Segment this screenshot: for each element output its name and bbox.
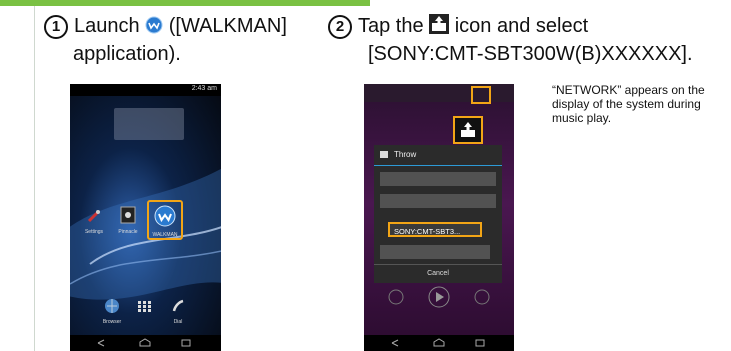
step-1-text-b: ([WALKMAN] [163, 15, 287, 37]
phone-throw-screen: Throw SONY:CMT-SBT3... Cancel [364, 84, 514, 351]
settings-app-label: Settings [84, 229, 104, 235]
status-time: 2:43 am [191, 85, 217, 92]
throw-title: Throw [394, 150, 417, 159]
step-1-text-a: Launch [74, 15, 146, 37]
network-note: “NETWORK” appears on the display of the … [552, 83, 705, 125]
step-1-line-1: 1 Launch ([WALKMAN] [44, 13, 287, 41]
throw-dialog-header: Throw [374, 145, 502, 166]
step-2: 2 Tap the icon and select [SONY:CMT-SBT30… [328, 13, 693, 67]
browser-app-label: Browser [102, 319, 122, 325]
walkman-app-highlight[interactable]: WALKMAN [147, 200, 183, 240]
throw-button-highlight[interactable] [471, 86, 491, 104]
throw-icon-zoom [453, 116, 483, 144]
dial-app[interactable]: Dial [166, 298, 190, 325]
cancel-label: Cancel [427, 270, 449, 277]
device-row-sony[interactable]: SONY:CMT-SBT3... [388, 222, 482, 237]
device-row-blurred-3[interactable] [380, 245, 490, 259]
quick-settings-widget [114, 108, 184, 140]
nav-bar [364, 335, 514, 351]
device-row-blurred-2[interactable] [380, 194, 496, 208]
throw-icon [429, 14, 450, 41]
step-1-line-2: application). [73, 43, 181, 65]
throw-dialog: Throw SONY:CMT-SBT3... Cancel [374, 145, 502, 283]
pinnacle-app-label: Pinnacle [118, 229, 138, 235]
player-controls [364, 284, 514, 310]
walkman-app-icon [145, 15, 163, 41]
apps-grid-icon[interactable] [138, 300, 152, 318]
walkman-app-label: WALKMAN [152, 232, 178, 238]
status-bar: 2:43 am [70, 84, 221, 96]
phone-home-screen: 2:43 am Settings Pinnacle WALKMAN Browse… [70, 84, 221, 351]
step-2-text-a: Tap the [358, 15, 430, 37]
pinnacle-app[interactable]: Pinnacle [116, 206, 140, 235]
step-2-line-1: 2 Tap the icon and select [328, 13, 693, 41]
step-2-text-b: icon and select [449, 15, 589, 37]
accent-bar [0, 0, 370, 6]
cancel-button[interactable]: Cancel [374, 264, 502, 283]
margin-rule [34, 6, 35, 351]
device-row-blurred-1[interactable] [380, 172, 496, 186]
nav-bar [70, 335, 221, 351]
step-1: 1 Launch ([WALKMAN] application). [44, 13, 287, 67]
throw-header-icon [380, 151, 388, 158]
dial-app-label: Dial [173, 319, 183, 325]
settings-app[interactable]: Settings [82, 208, 106, 235]
step-1-number: 1 [44, 15, 68, 39]
top-toolbar [364, 84, 514, 102]
device-sony-label: SONY:CMT-SBT3... [394, 227, 461, 236]
browser-app[interactable]: Browser [100, 298, 124, 325]
step-2-line-2: [SONY:CMT-SBT300W(B)XXXXXX]. [368, 43, 693, 65]
step-2-number: 2 [328, 15, 352, 39]
